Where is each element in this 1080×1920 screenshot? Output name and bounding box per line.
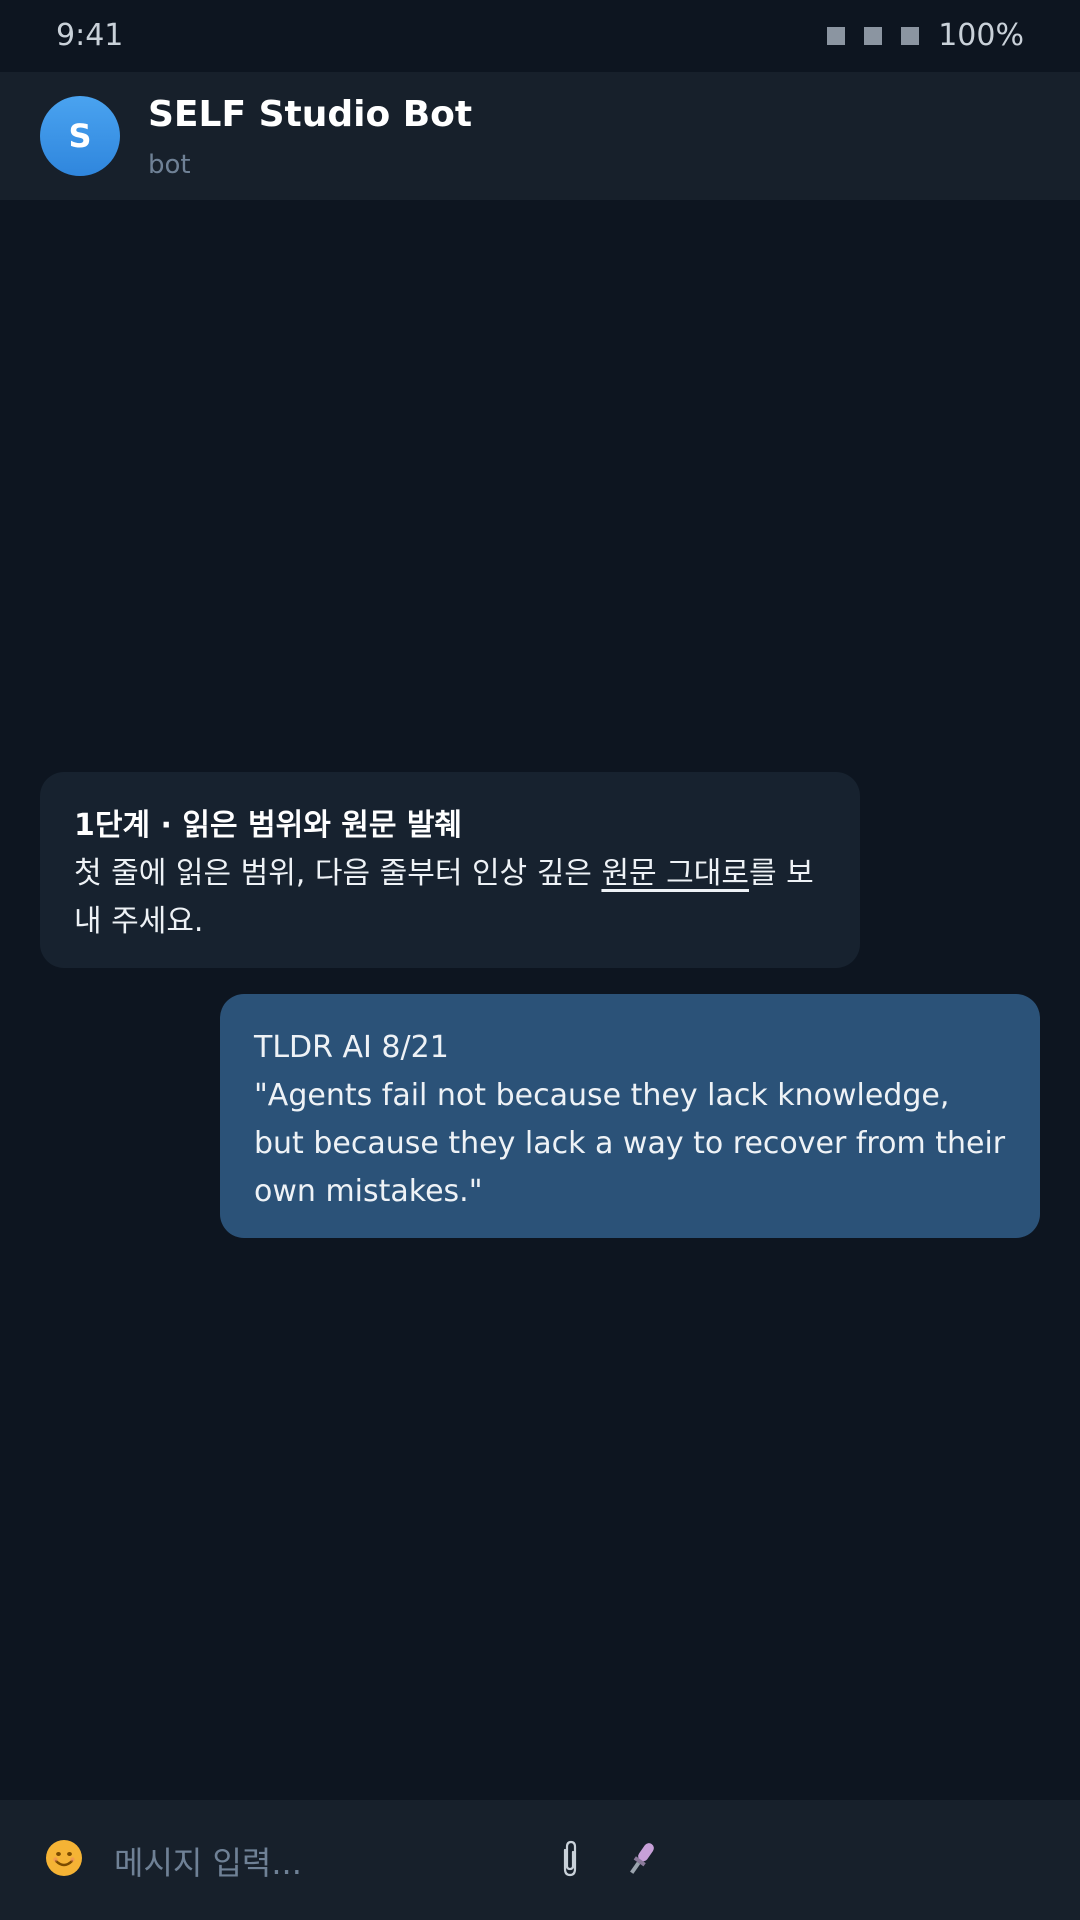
battery-level: 100% [938,18,1024,53]
microphone-icon[interactable] [624,1838,660,1878]
status-bar: 9:41 100% [0,0,1080,72]
avatar[interactable]: S [40,96,120,176]
incoming-message[interactable]: 1단계 · 읽은 범위와 원문 발췌 첫 줄에 읽은 범위, 다음 줄부터 인상… [40,772,860,968]
outgoing-line-2: "Agents fail not because they lack knowl… [254,1078,1006,1209]
emoji-icon[interactable] [46,1840,82,1876]
message-text-underlined: 원문 그대로 [601,856,749,891]
paperclip-icon[interactable] [556,1836,584,1880]
battery-icon [901,26,920,45]
outgoing-message[interactable]: TLDR AI 8/21 "Agents fail not because th… [220,994,1040,1238]
message-body: 첫 줄에 읽은 범위, 다음 줄부터 인상 깊은 원문 그대로를 보내 주세요. [74,850,826,946]
message-composer: 메시지 입력... [0,1800,1080,1920]
smile-face-icon [47,1841,81,1875]
status-time: 9:41 [56,18,124,53]
wifi-icon [864,26,883,45]
message-text-before: 첫 줄에 읽은 범위, 다음 줄부터 인상 깊은 [74,856,602,891]
message-input[interactable]: 메시지 입력... [114,1838,302,1884]
message-title: 1단계 · 읽은 범위와 원문 발췌 [74,808,463,843]
chat-subtitle: bot [148,150,191,180]
outgoing-line-1: TLDR AI 8/21 [254,1030,449,1065]
chat-header[interactable]: S SELF Studio Bot bot [0,72,1080,200]
signal-icon [827,26,846,45]
chat-title[interactable]: SELF Studio Bot [148,94,472,135]
message-list[interactable]: 1단계 · 읽은 범위와 원문 발췌 첫 줄에 읽은 범위, 다음 줄부터 인상… [0,200,1080,1800]
status-icons: 100% [827,18,1024,53]
avatar-letter: S [68,117,92,155]
